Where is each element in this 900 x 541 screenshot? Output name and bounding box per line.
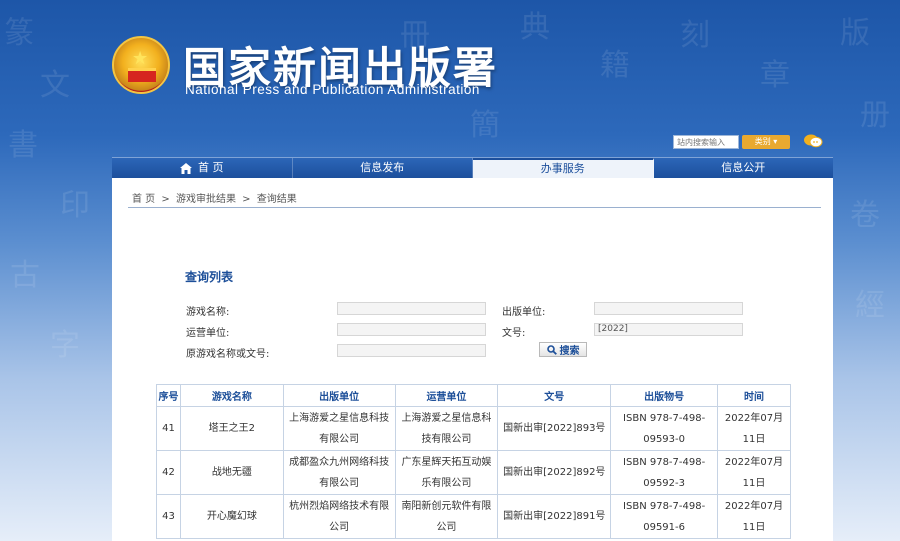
col-header-no: 序号: [156, 384, 181, 407]
search-button[interactable]: 搜索: [539, 342, 587, 357]
search-category-dropdown[interactable]: 类别 ▾: [742, 135, 790, 149]
operator-input[interactable]: [337, 323, 486, 336]
cell-isbn: ISBN 978-7-498-09593-0: [610, 406, 719, 451]
cell-doc-no: 国新出审[2022]891号: [497, 494, 612, 539]
table-row: 43 开心魔幻球 杭州烈焰网络技术有限公司 南阳新创元软件有限公司 国新出审[2…: [156, 494, 791, 539]
doc-no-input[interactable]: [2022]: [594, 323, 743, 336]
query-list-title: 查询列表: [185, 270, 234, 284]
publisher-label: 出版单位:: [502, 307, 546, 318]
nav-item-info-release[interactable]: 信息发布: [293, 158, 473, 178]
site-header: ★ 国家新闻出版署 National Press and Publication…: [0, 0, 900, 155]
col-header-operator: 运营单位: [394, 384, 499, 407]
breadcrumb: 首 页 > 游戏审批结果 > 查询结果: [132, 194, 297, 205]
cell-publisher: 上海游爱之星信息科技有限公司: [282, 406, 396, 451]
doc-no-label: 文号:: [502, 328, 526, 339]
site-subtitle: National Press and Publication Administr…: [185, 82, 480, 97]
breadcrumb-home[interactable]: 首 页: [132, 194, 155, 205]
cell-isbn: ISBN 978-7-498-09591-6: [610, 494, 719, 539]
col-header-date: 时间: [717, 384, 791, 407]
cell-no: 43: [156, 494, 181, 539]
home-icon: [180, 162, 192, 174]
nav-item-home[interactable]: 首 页: [112, 158, 293, 178]
cell-game-name: 塔王之王2: [179, 406, 284, 451]
cell-date: 2022年07月11日: [717, 494, 791, 539]
cell-isbn: ISBN 978-7-498-09592-3: [610, 450, 719, 495]
cell-publisher: 成都盈众九州网络科技有限公司: [282, 450, 396, 495]
cell-no: 42: [156, 450, 181, 495]
cell-operator: 广东星辉天拓互动娱乐有限公司: [394, 450, 499, 495]
col-header-doc-no: 文号: [497, 384, 612, 407]
breadcrumb-game-approval[interactable]: 游戏审批结果: [176, 194, 236, 205]
cell-game-name: 开心魔幻球: [179, 494, 284, 539]
cell-doc-no: 国新出审[2022]892号: [497, 450, 612, 495]
nav-item-services[interactable]: 办事服务: [473, 158, 654, 178]
cell-date: 2022年07月11日: [717, 406, 791, 451]
cell-doc-no: 国新出审[2022]893号: [497, 406, 612, 451]
original-name-input[interactable]: [337, 344, 486, 357]
game-name-input[interactable]: [337, 302, 486, 315]
chat-icon[interactable]: [803, 133, 823, 149]
site-search-input[interactable]: 站内搜索输入: [673, 135, 739, 149]
cell-date: 2022年07月11日: [717, 450, 791, 495]
table-row: 42 战地无疆 成都盈众九州网络科技有限公司 广东星辉天拓互动娱乐有限公司 国新…: [156, 450, 791, 495]
col-header-publisher: 出版单位: [282, 384, 396, 407]
original-name-label: 原游戏名称或文号:: [186, 349, 270, 360]
publisher-input[interactable]: [594, 302, 743, 315]
main-nav: 首 页 信息发布 办事服务 信息公开: [112, 157, 833, 178]
table-row: 41 塔王之王2 上海游爱之星信息科技有限公司 上海游爱之星信息科技有限公司 国…: [156, 406, 791, 451]
col-header-isbn: 出版物号: [610, 384, 719, 407]
content-panel: 首 页 > 游戏审批结果 > 查询结果 查询列表 游戏名称: 出版单位: 运营单…: [112, 178, 833, 541]
divider: [128, 207, 821, 208]
cell-game-name: 战地无疆: [179, 450, 284, 495]
col-header-game-name: 游戏名称: [179, 384, 284, 407]
search-icon: [546, 344, 557, 355]
table-header-row: 序号 游戏名称 出版单位 运营单位 文号 出版物号 时间: [156, 384, 791, 407]
cell-operator: 上海游爱之星信息科技有限公司: [394, 406, 499, 451]
game-name-label: 游戏名称:: [186, 307, 230, 318]
cell-no: 41: [156, 406, 181, 451]
operator-label: 运营单位:: [186, 328, 230, 339]
results-table: 序号 游戏名称 出版单位 运营单位 文号 出版物号 时间 41 塔王之王2 上海…: [156, 384, 791, 539]
national-emblem-icon: ★: [112, 36, 170, 94]
nav-item-info-public[interactable]: 信息公开: [654, 158, 834, 178]
cell-publisher: 杭州烈焰网络技术有限公司: [282, 494, 396, 539]
breadcrumb-results: 查询结果: [256, 194, 297, 205]
cell-operator: 南阳新创元软件有限公司: [394, 494, 499, 539]
